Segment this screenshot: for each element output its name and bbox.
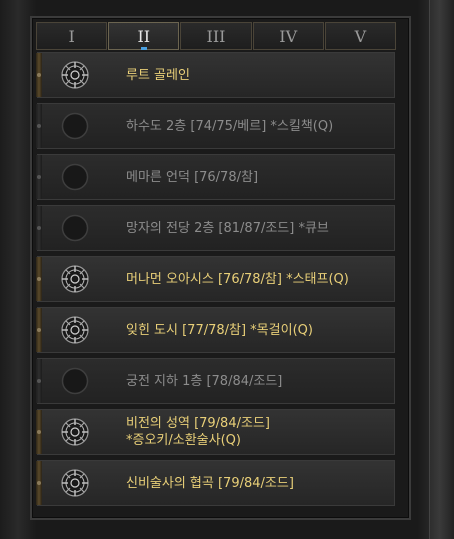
row-edge-ornament — [36, 104, 42, 148]
waypoint-label: 비전의 성역 [79/84/조드] *증오키/소환술사(Q) — [126, 416, 270, 448]
row-edge-ornament — [36, 155, 42, 199]
waypoint-label: 루트 골레인 — [126, 67, 190, 83]
row-edge-ornament — [36, 53, 42, 97]
window-side-rail — [429, 0, 454, 539]
waypoint-label: 잊힌 도시 [77/78/참] *목걸이(Q) — [126, 322, 313, 338]
tab-act-5[interactable]: V — [324, 22, 397, 50]
row-edge-ornament — [36, 206, 42, 250]
row-edge-ornament — [36, 308, 42, 352]
row-edge-ornament — [36, 410, 42, 454]
waypoint-label: 하수도 2층 [74/75/베르] *스킬책(Q) — [126, 118, 334, 134]
waypoint-label: 머나먼 오아시스 [76/78/참] *스태프(Q) — [126, 271, 349, 287]
waypoint-rune-icon — [60, 417, 90, 447]
row-edge-ornament — [36, 257, 42, 301]
waypoint-row[interactable]: 메마른 언덕 [76/78/참] — [36, 154, 395, 200]
empty-slot-icon — [60, 366, 90, 396]
waypoint-row[interactable]: 비전의 성역 [79/84/조드] *증오키/소환술사(Q) — [36, 409, 395, 455]
tab-act-2[interactable]: II — [108, 22, 180, 50]
waypoint-label: 메마른 언덕 [76/78/참] — [126, 169, 259, 185]
waypoint-row[interactable]: 궁전 지하 1층 [78/84/조드] — [36, 358, 395, 404]
waypoint-row[interactable]: 신비술사의 협곡 [79/84/조드] — [36, 460, 395, 506]
waypoint-row[interactable]: 루트 골레인 — [36, 52, 395, 98]
empty-slot-icon — [60, 162, 90, 192]
waypoint-row[interactable]: 망자의 전당 2층 [81/87/조드] *큐브 — [36, 205, 395, 251]
tab-act-4[interactable]: IV — [252, 22, 324, 50]
waypoint-row[interactable]: 잊힌 도시 [77/78/참] *목걸이(Q) — [36, 307, 395, 353]
row-edge-ornament — [36, 461, 42, 505]
waypoint-rune-icon — [60, 264, 90, 294]
tab-act-3[interactable]: III — [180, 22, 252, 50]
act-tabs: I II III IV V — [36, 22, 397, 50]
waypoint-label: 궁전 지하 1층 [78/84/조드] — [126, 373, 283, 389]
row-edge-ornament — [36, 359, 42, 403]
waypoint-rune-icon — [60, 468, 90, 498]
waypoint-row[interactable]: 하수도 2층 [74/75/베르] *스킬책(Q) — [36, 103, 395, 149]
waypoint-list: 루트 골레인하수도 2층 [74/75/베르] *스킬책(Q) 메마른 언덕 [7… — [36, 52, 395, 511]
tab-act-1[interactable]: I — [36, 22, 108, 50]
waypoint-label: 망자의 전당 2층 [81/87/조드] *큐브 — [126, 220, 329, 236]
empty-slot-icon — [60, 213, 90, 243]
waypoint-rune-icon — [60, 60, 90, 90]
waypoint-row[interactable]: 머나먼 오아시스 [76/78/참] *스태프(Q) — [36, 256, 395, 302]
waypoint-rune-icon — [60, 315, 90, 345]
empty-slot-icon — [60, 111, 90, 141]
waypoint-label: 신비술사의 협곡 [79/84/조드] — [126, 475, 294, 491]
